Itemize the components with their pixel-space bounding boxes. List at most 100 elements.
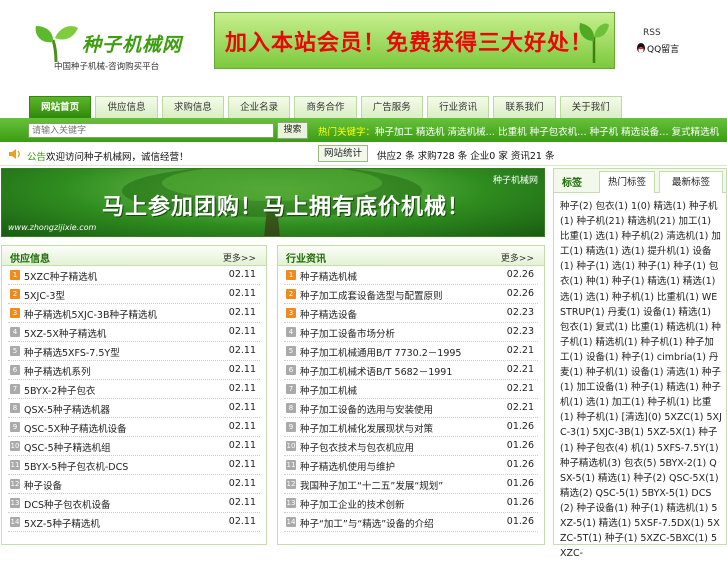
list-item-title[interactable]: 种子精选机5XJC-3B种子精选机 [24, 307, 157, 321]
list-item-title[interactable]: 种子加工设备市场分析 [300, 326, 395, 340]
list-item-date: 02.11 [228, 364, 256, 375]
list-item-date: 02.11 [228, 421, 256, 432]
list-item-title[interactable]: QSC-5X种子精选机设备 [24, 421, 127, 435]
list-item-title[interactable]: 种子加工设备的选用与安装使用 [300, 402, 433, 416]
list-item-title[interactable]: 5XJC-3型 [24, 288, 65, 302]
list-item[interactable]: 12 我国种子加工“十二五”发展“规划” 01.26 [284, 475, 538, 494]
list-item-title[interactable]: 种子精选5XFS-7.5Y型 [24, 345, 120, 359]
list-item-date: 01.26 [506, 497, 534, 508]
rank-number: 14 [286, 517, 296, 527]
speaker-icon [9, 149, 20, 159]
list-item-date: 02.26 [506, 269, 534, 280]
list-item-title[interactable]: 种子精选机系列 [24, 364, 91, 378]
nav-tab-demand[interactable]: 求购信息 [161, 96, 224, 118]
list-item-date: 02.23 [506, 326, 534, 337]
rank-number: 9 [286, 422, 296, 432]
rank-number: 7 [286, 384, 296, 394]
group-buy-brand: 种子机械网 [492, 176, 538, 186]
list-item[interactable]: 12 种子设备 02.11 [8, 475, 260, 494]
list-item-title[interactable]: 种子精选设备 [300, 307, 357, 321]
news-list-title: 行业资讯 [286, 254, 326, 265]
list-item-title[interactable]: 种子加工机械术语B/T 5682－1991 [300, 364, 452, 378]
nav-tab-about[interactable]: 关于我们 [559, 96, 622, 118]
list-item[interactable]: 10 种子包衣技术与包衣机应用 01.26 [284, 437, 538, 456]
tag-cloud[interactable]: 种子(2) 包衣(1) 1(0) 精选(1) 种子机(1) 种子机(21) 精选… [554, 193, 726, 561]
list-item[interactable]: 4 种子加工设备市场分析 02.23 [284, 323, 538, 342]
nav-tab-companies[interactable]: 企业名录 [227, 96, 291, 118]
list-item[interactable]: 7 5BYX-2种子包衣 02.11 [8, 380, 260, 399]
nav-tab-contact[interactable]: 联系我们 [493, 96, 556, 118]
list-item-title[interactable]: 种子加工企业的技术创新 [300, 497, 405, 511]
list-item[interactable]: 8 种子加工设备的选用与安装使用 02.21 [284, 399, 538, 418]
member-ad-banner[interactable]: 加入本站会员！免费获得三大好处！ [214, 12, 615, 69]
list-item[interactable]: 9 种子加工机械化发展现状与对策 01.26 [284, 418, 538, 437]
list-item[interactable]: 3 种子精选机5XJC-3B种子精选机 02.11 [8, 304, 260, 323]
list-item[interactable]: 14 种子“加工”与“精选”设备的介绍 01.26 [284, 513, 538, 532]
nav-tab-ads[interactable]: 广告服务 [360, 96, 423, 118]
list-item-title[interactable]: 5XZC种子精选机 [24, 269, 97, 283]
list-item[interactable]: 7 种子加工机械 02.21 [284, 380, 538, 399]
rank-number: 4 [286, 327, 296, 337]
list-item-title[interactable]: 种子设备 [24, 478, 62, 492]
list-item-title[interactable]: 种子精选机械 [300, 269, 357, 283]
list-item-title[interactable]: 种子精选机使用与维护 [300, 459, 395, 473]
nav-tab-home[interactable]: 网站首页 [29, 96, 92, 118]
tags-sidebar: 标签 热门标签 最新标签 种子(2) 包衣(1) 1(0) 精选(1) 种子机(… [553, 168, 727, 559]
list-item-title[interactable]: 5XZ-5X种子精选机 [24, 326, 106, 340]
logo-subtitle: 中国种子机械-咨询购买平台 [54, 62, 160, 72]
list-item-title[interactable]: 种子“加工”与“精选”设备的介绍 [300, 516, 434, 530]
list-item[interactable]: 11 5BYX-5种子包衣机-DCS 02.11 [8, 456, 260, 475]
qq-message-link[interactable]: QQ留言 [636, 42, 679, 55]
list-item-title[interactable]: 5BYX-5种子包衣机-DCS [24, 459, 128, 473]
list-item[interactable]: 10 QSC-5种子精选机组 02.11 [8, 437, 260, 456]
list-item-title[interactable]: 种子加工成套设备选型与配置原则 [300, 288, 443, 302]
list-item[interactable]: 9 QSC-5X种子精选机设备 02.11 [8, 418, 260, 437]
news-more-link[interactable]: 更多>> [501, 251, 534, 264]
list-item-title[interactable]: 种子包衣技术与包衣机应用 [300, 440, 414, 454]
search-button[interactable]: 搜索 [277, 122, 308, 139]
list-item[interactable]: 2 种子加工成套设备选型与配置原则 02.26 [284, 285, 538, 304]
list-item-title[interactable]: QSX-5种子精选机器 [24, 402, 110, 416]
list-item-title[interactable]: 5XZ-5种子精选机 [24, 516, 100, 530]
list-item[interactable]: 1 5XZC种子精选机 02.11 [8, 266, 260, 285]
list-item-date: 02.11 [228, 307, 256, 318]
list-item[interactable]: 1 种子精选机械 02.26 [284, 266, 538, 285]
tab-hot-tags[interactable]: 热门标签 [599, 171, 655, 193]
list-item-title[interactable]: 种子加工机械化发展现状与对策 [300, 421, 433, 435]
list-item-title[interactable]: 种子加工机械通用B/T 7730.2－1995 [300, 345, 461, 359]
list-item[interactable]: 6 种子精选机系列 02.11 [8, 361, 260, 380]
list-item[interactable]: 2 5XJC-3型 02.11 [8, 285, 260, 304]
list-item-title[interactable]: DCS种子包衣机设备 [24, 497, 110, 511]
rss-link[interactable]: RSS [643, 28, 661, 38]
hot-keywords-list[interactable]: 种子加工 精选机 清选机械… 比重机 种子包衣机… 种子机 精选设备… 复式精选… [375, 127, 719, 138]
list-item[interactable]: 3 种子精选设备 02.23 [284, 304, 538, 323]
list-item[interactable]: 5 种子加工机械通用B/T 7730.2－1995 02.21 [284, 342, 538, 361]
hot-keywords-label: 热门关键字： [318, 127, 376, 138]
supply-more-link[interactable]: 更多>> [223, 251, 256, 264]
list-item[interactable]: 14 5XZ-5种子精选机 02.11 [8, 513, 260, 532]
list-item[interactable]: 6 种子加工机械术语B/T 5682－1991 02.21 [284, 361, 538, 380]
group-buy-banner[interactable]: 马上参加团购！马上拥有底价机械！ 种子机械网 www.zhongzijixie.… [1, 168, 545, 237]
main-nav: 网站首页 供应信息 求购信息 企业名录 商务合作 广告服务 行业资讯 联系我们 … [29, 96, 622, 118]
list-item[interactable]: 13 种子加工企业的技术创新 01.26 [284, 494, 538, 513]
list-item-title[interactable]: 种子加工机械 [300, 383, 357, 397]
list-item-title[interactable]: 5BYX-2种子包衣 [24, 383, 95, 397]
nav-tab-supply[interactable]: 供应信息 [95, 96, 158, 118]
rank-number: 11 [286, 460, 296, 470]
list-item[interactable]: 13 DCS种子包衣机设备 02.11 [8, 494, 260, 513]
nav-tab-news[interactable]: 行业资讯 [426, 96, 490, 118]
rank-number: 1 [10, 270, 20, 280]
list-item[interactable]: 11 种子精选机使用与维护 01.26 [284, 456, 538, 475]
tab-latest-tags[interactable]: 最新标签 [659, 171, 723, 193]
list-item-title[interactable]: 我国种子加工“十二五”发展“规划” [300, 478, 443, 492]
list-item-title[interactable]: QSC-5种子精选机组 [24, 440, 111, 454]
list-item[interactable]: 8 QSX-5种子精选机器 02.11 [8, 399, 260, 418]
list-item[interactable]: 4 5XZ-5X种子精选机 02.11 [8, 323, 260, 342]
nav-tab-cooperation[interactable]: 商务合作 [294, 96, 357, 118]
rank-number: 10 [10, 441, 20, 451]
sprout-icon [579, 23, 609, 63]
list-item[interactable]: 5 种子精选5XFS-7.5Y型 02.11 [8, 342, 260, 361]
site-logo[interactable]: 种子机械网 中国种子机械-咨询购买平台 [30, 18, 200, 74]
announcement-text[interactable]: 公告欢迎访问种子机械网，诚信经营！ [27, 149, 189, 163]
search-input[interactable] [28, 123, 274, 138]
